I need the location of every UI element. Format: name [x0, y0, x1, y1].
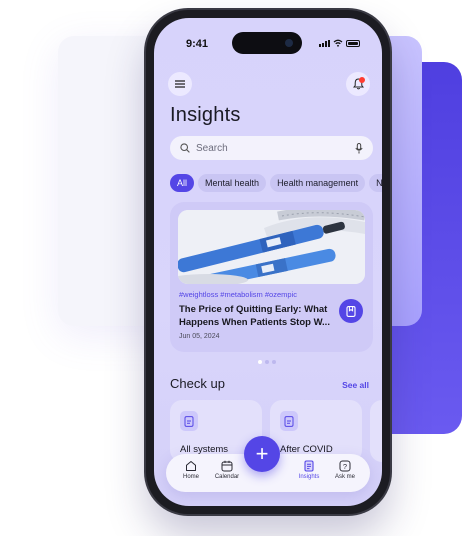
article-title: The Price of Quitting Early: What Happen… [179, 304, 330, 328]
carousel-dot[interactable] [272, 360, 276, 364]
tab-label: Calendar [214, 474, 240, 480]
document-icon [304, 460, 314, 472]
chip-next[interactable]: N [369, 174, 382, 192]
camera-icon [285, 39, 293, 47]
calendar-icon [221, 460, 233, 472]
tab-label: Insights [298, 474, 320, 480]
microphone-icon[interactable] [355, 142, 363, 154]
wifi-icon [333, 39, 343, 47]
search-input[interactable]: Search [196, 143, 355, 154]
bookmark-icon [346, 305, 356, 317]
tab-label: Home [182, 474, 199, 480]
status-bar: 9:41 [154, 18, 382, 54]
carousel-dot[interactable] [258, 360, 262, 364]
carousel-dot[interactable] [265, 360, 269, 364]
hamburger-icon [175, 80, 185, 88]
carousel-indicator [258, 360, 276, 364]
see-all-link[interactable]: See all [342, 380, 369, 390]
question-icon: ? [339, 460, 351, 472]
tab-home[interactable]: Home [174, 460, 208, 480]
bookmark-button[interactable] [339, 299, 363, 323]
article-card[interactable]: #weightloss #metabolism #ozempic The Pri… [170, 202, 373, 352]
svg-text:?: ? [343, 462, 347, 471]
category-chips: All Mental health Health management N [170, 174, 382, 192]
tab-insights[interactable]: Insights [292, 460, 326, 480]
page-title: Insights [170, 104, 241, 126]
chip-mental-health[interactable]: Mental health [198, 174, 267, 192]
search-icon [180, 143, 190, 153]
document-icon [280, 411, 298, 431]
tab-ask-me[interactable]: ? Ask me [328, 460, 362, 480]
battery-icon [346, 39, 360, 47]
article-tags: #weightloss #metabolism #ozempic [179, 290, 297, 299]
article-date: Jun 05, 2024 [179, 333, 220, 340]
search-bar[interactable]: Search [170, 136, 373, 160]
article-image [178, 210, 365, 284]
checkup-card-partial[interactable] [370, 400, 382, 462]
chip-all[interactable]: All [170, 174, 195, 192]
checkup-card-after-covid[interactable]: After COVID [270, 400, 362, 462]
status-icons [319, 39, 360, 47]
injection-pens-illustration [178, 210, 365, 284]
status-time: 9:41 [186, 38, 209, 50]
phone-frame: 9:41 Insights Search All Mental health H… [146, 10, 390, 514]
app-screen: 9:41 Insights Search All Mental health H… [154, 18, 382, 506]
chip-health-management[interactable]: Health management [270, 174, 366, 192]
checkup-section-title: Check up [170, 376, 225, 391]
document-icon [180, 411, 198, 431]
menu-button[interactable] [168, 72, 192, 96]
tab-calendar[interactable]: Calendar [210, 460, 244, 480]
notifications-button[interactable] [346, 72, 370, 96]
signal-icon [319, 39, 330, 47]
home-icon [186, 461, 196, 471]
tab-label: Ask me [334, 474, 355, 480]
add-button[interactable]: + [244, 436, 280, 472]
notification-dot [359, 77, 365, 83]
dynamic-island [232, 32, 302, 54]
